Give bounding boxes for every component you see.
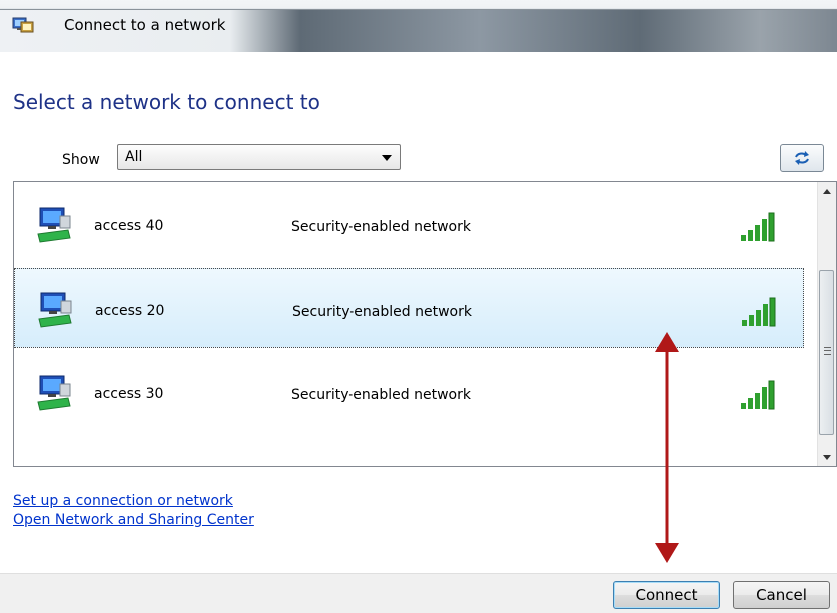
setup-connection-link[interactable]: Set up a connection or network: [13, 493, 233, 509]
network-name: access 40: [94, 218, 164, 234]
grip-icon: [824, 347, 831, 355]
signal-strength-icon: [741, 212, 775, 242]
filter-selected-value: All: [125, 149, 143, 165]
network-connect-icon: [12, 17, 34, 33]
network-security: Security-enabled network: [291, 219, 471, 235]
connect-dialog: Connect to a network Select a network to…: [0, 0, 837, 613]
page-title: Select a network to connect to: [13, 90, 320, 114]
network-row[interactable]: access 30 Security-enabled network: [14, 352, 804, 432]
title-bar[interactable]: Connect to a network: [0, 0, 837, 52]
filter-label: Show: [62, 152, 100, 168]
refresh-button[interactable]: [780, 144, 824, 172]
wireless-network-icon: [37, 207, 71, 243]
wireless-network-icon: [38, 292, 72, 328]
network-filter-dropdown[interactable]: All: [117, 144, 401, 170]
wireless-network-icon: [37, 375, 71, 411]
chevron-down-icon[interactable]: [382, 155, 392, 161]
scroll-up-icon[interactable]: [818, 182, 836, 200]
network-security: Security-enabled network: [291, 387, 471, 403]
network-security: Security-enabled network: [292, 304, 472, 320]
window-title: Connect to a network: [64, 16, 226, 34]
network-row-selected[interactable]: access 20 Security-enabled network: [14, 268, 804, 348]
connect-button[interactable]: Connect: [613, 581, 720, 609]
refresh-icon: [795, 151, 809, 165]
signal-strength-icon: [741, 380, 775, 410]
list-scrollbar[interactable]: [817, 182, 836, 466]
network-name: access 30: [94, 386, 164, 402]
network-sharing-center-link[interactable]: Open Network and Sharing Center: [13, 512, 254, 528]
scroll-down-icon[interactable]: [818, 448, 836, 466]
network-list[interactable]: access 40 Security-enabled network acces…: [13, 181, 837, 467]
dialog-body: Select a network to connect to Show All: [0, 52, 837, 573]
signal-strength-icon: [742, 297, 776, 327]
scrollbar-thumb[interactable]: [819, 270, 834, 435]
network-name: access 20: [95, 303, 165, 319]
cancel-button[interactable]: Cancel: [733, 581, 830, 609]
dialog-footer: Connect Cancel: [0, 573, 837, 613]
network-row[interactable]: access 40 Security-enabled network: [14, 184, 804, 264]
